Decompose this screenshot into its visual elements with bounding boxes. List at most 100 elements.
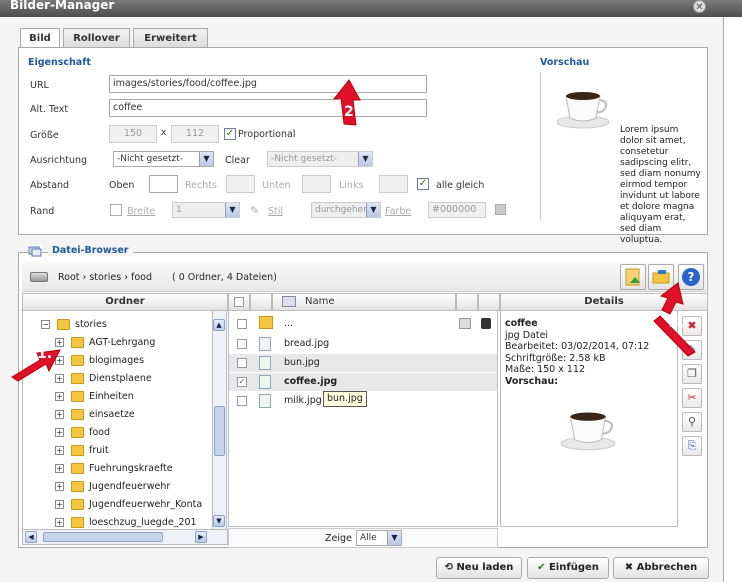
tree-hscroll-thumb[interactable]	[43, 532, 163, 542]
tree-item[interactable]: + einsaetze	[23, 406, 203, 424]
folder-icon	[71, 499, 84, 510]
new-folder-button[interactable]	[648, 264, 674, 290]
file-row[interactable]: bread.jpg	[229, 335, 497, 353]
file-checkbox[interactable]	[237, 319, 247, 329]
help-button[interactable]: ?	[678, 264, 704, 290]
width-input[interactable]: 150	[109, 125, 157, 143]
spacing-left-label: Links	[339, 180, 364, 191]
select-all-checkbox[interactable]	[234, 297, 244, 307]
scroll-up-icon[interactable]: ▲	[213, 319, 225, 331]
spacing-right-label: Rechts	[185, 180, 217, 191]
tab-bild[interactable]: Bild	[20, 28, 60, 49]
url-input[interactable]: images/stories/food/coffee.jpg	[109, 75, 427, 93]
tree-item[interactable]: + Fuehrungskraefte	[23, 460, 203, 478]
tree-item-label: Jugendfeuerwehr	[89, 481, 171, 492]
file-checkbox[interactable]	[237, 339, 247, 349]
tree-item[interactable]: − stories	[23, 316, 203, 334]
tree-item[interactable]: + food	[23, 424, 203, 442]
details-view-icon[interactable]	[459, 318, 471, 329]
clear-select[interactable]: -Nicht gesetzt- ▼	[267, 151, 373, 167]
scroll-down-icon[interactable]: ▼	[213, 515, 225, 527]
times-symbol: x	[161, 128, 167, 138]
breadcrumb[interactable]: Root › stories › food	[58, 272, 152, 283]
show-label: Zeige	[325, 533, 352, 544]
scroll-left-icon[interactable]: ◀	[25, 531, 37, 543]
detail-dims: Maße: 150 x 112	[505, 364, 585, 375]
collapse-icon[interactable]: −	[41, 320, 50, 329]
folder-icon	[71, 373, 84, 384]
spacing-left-input[interactable]	[379, 175, 408, 193]
name-header[interactable]: Name	[272, 293, 456, 311]
height-input[interactable]: 112	[171, 125, 219, 143]
file-name: bread.jpg	[284, 338, 330, 349]
tree-item[interactable]: + loeschzug_luegde_201	[23, 514, 203, 529]
expand-icon[interactable]: +	[55, 338, 64, 347]
copy-button[interactable]: ❐	[682, 364, 702, 384]
expand-icon[interactable]: +	[55, 410, 64, 419]
copy-icon: ❐	[687, 367, 697, 380]
cut-icon: ✂	[687, 391, 697, 404]
proportional-checkbox[interactable]: ✓	[224, 128, 236, 140]
tree-item[interactable]: + Jugendfeuerwehr_Konta	[23, 496, 203, 514]
upload-button[interactable]	[620, 264, 646, 290]
border-color-input[interactable]: #000000	[428, 202, 486, 218]
tab-rollover[interactable]: Rollover	[63, 28, 130, 48]
tree-item-label: stories	[75, 319, 107, 330]
expand-icon[interactable]: +	[55, 464, 64, 473]
cut-button[interactable]: ✂	[682, 388, 702, 408]
expand-icon[interactable]: +	[55, 428, 64, 437]
view-button[interactable]: ⚲	[682, 412, 702, 432]
color-picker-icon[interactable]	[495, 204, 506, 215]
folder-icon	[71, 391, 84, 402]
file-row-up[interactable]: ...	[229, 315, 497, 333]
file-row[interactable]: bun.jpg	[229, 354, 497, 372]
spacing-top-input[interactable]	[149, 175, 178, 193]
show-select[interactable]: Alle ▼	[356, 530, 402, 546]
thumbnail-view-icon[interactable]	[481, 318, 491, 329]
tree-item[interactable]: + Einheiten	[23, 388, 203, 406]
delete-folder-button[interactable]: ✖	[682, 316, 702, 336]
file-checkbox[interactable]	[237, 358, 247, 368]
tree-item[interactable]: + Jugendfeuerwehr	[23, 478, 203, 496]
reload-button[interactable]: ⟲ Neu laden	[436, 557, 522, 579]
detail-preview-label: Vorschau:	[505, 375, 559, 387]
detail-type: jpg Datei	[505, 329, 549, 341]
expand-icon[interactable]: +	[55, 482, 64, 491]
expand-icon[interactable]: +	[55, 374, 64, 383]
all-equal-checkbox[interactable]: ✓	[417, 178, 429, 190]
spacing-right-input[interactable]	[226, 175, 255, 193]
expand-icon[interactable]: +	[55, 392, 64, 401]
expand-icon[interactable]: +	[55, 518, 64, 527]
tree-scroll-thumb[interactable]	[214, 406, 225, 456]
spacing-bottom-label: Unten	[262, 180, 291, 191]
scroll-right-icon[interactable]: ▶	[195, 531, 207, 543]
file-checkbox[interactable]	[237, 396, 247, 406]
cancel-button[interactable]: ✖ Abbrechen	[613, 557, 709, 579]
border-checkbox[interactable]	[110, 204, 122, 216]
align-select[interactable]: -Nicht gesetzt- ▼	[113, 151, 214, 167]
expand-icon[interactable]: +	[55, 446, 64, 455]
tree-vscrollbar[interactable]: ▲ ▼	[212, 311, 226, 529]
paste-button[interactable]: ⎘	[682, 436, 702, 456]
image-file-icon	[259, 356, 271, 370]
file-row-selected[interactable]: ✓ coffee.jpg	[229, 373, 497, 391]
border-style-select[interactable]: durchgehend ▼	[311, 202, 381, 218]
file-checkbox[interactable]: ✓	[237, 377, 247, 387]
insert-button[interactable]: ✔ Einfügen	[527, 557, 609, 579]
expand-icon[interactable]: +	[55, 356, 64, 365]
size-column-header	[456, 293, 478, 311]
rename-button[interactable]: ✎	[682, 340, 702, 360]
spacing-bottom-input[interactable]	[302, 175, 331, 193]
file-browser-title: Datei-Browser	[48, 245, 133, 256]
folders-header: Ordner	[22, 293, 228, 311]
alt-text-input[interactable]: coffee	[109, 99, 427, 117]
align-label: Ausrichtung	[30, 155, 88, 166]
sort-icon	[282, 296, 296, 307]
tree-item[interactable]: + Dienstplaene	[23, 370, 203, 388]
tree-hscrollbar[interactable]: ◀ ▶	[22, 529, 228, 545]
expand-icon[interactable]: +	[55, 500, 64, 509]
tab-erweitert[interactable]: Erweitert	[133, 28, 208, 48]
border-width-select[interactable]: 1 ▼	[172, 202, 240, 218]
close-icon[interactable]: ✕	[693, 0, 706, 13]
tree-item[interactable]: + fruit	[23, 442, 203, 460]
